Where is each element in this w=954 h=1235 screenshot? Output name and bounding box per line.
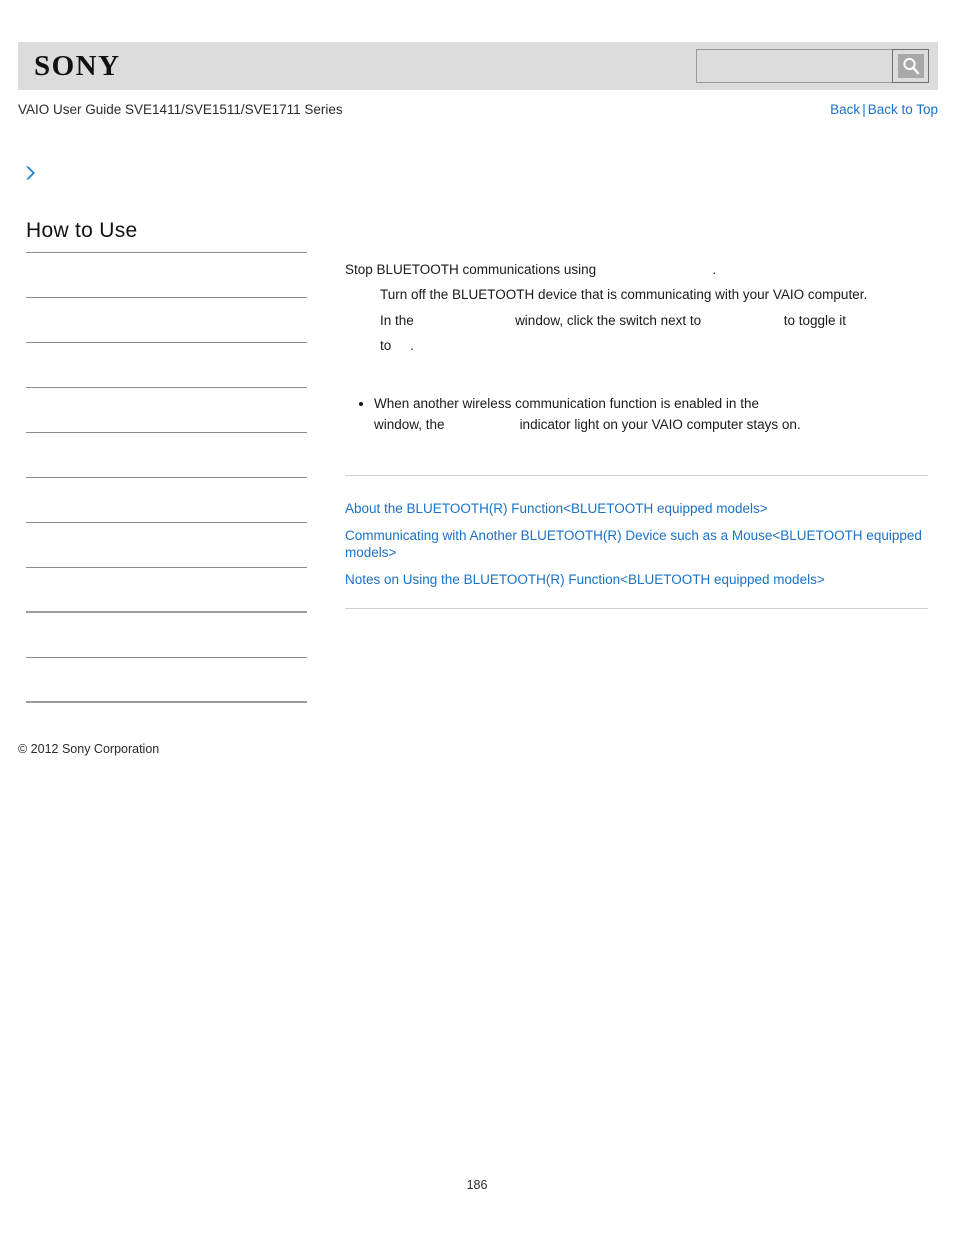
- sidebar: How to Use: [26, 218, 307, 703]
- main-content: Stop BLUETOOTH communications using . Tu…: [345, 258, 928, 609]
- sidebar-item-6[interactable]: [26, 478, 307, 523]
- sidebar-item-10[interactable]: [26, 658, 307, 703]
- sidebar-item-8[interactable]: [26, 568, 307, 613]
- search-icon: [897, 54, 924, 78]
- page-number: 186: [466, 1178, 488, 1192]
- content-divider-bottom: [345, 608, 928, 609]
- search-input[interactable]: [696, 49, 892, 83]
- step-item-2: In the window, click the switch next to …: [380, 308, 928, 358]
- note-item-1: When another wireless communication func…: [374, 393, 928, 435]
- step-2-part4: to: [380, 338, 392, 353]
- sidebar-item-3[interactable]: [26, 343, 307, 388]
- header-nav-links: Back | Back to Top: [830, 101, 938, 119]
- instruction-intro: Stop BLUETOOTH communications using .: [345, 258, 928, 282]
- step-2-part2: window, click the switch next to: [515, 313, 702, 328]
- instruction-step-list: Turn off the BLUETOOTH device that is co…: [345, 282, 928, 358]
- sidebar-item-2[interactable]: [26, 298, 307, 343]
- note-1-line2-before: window, the: [374, 417, 445, 432]
- step-2-part1: In the: [380, 313, 414, 328]
- back-link[interactable]: Back: [830, 102, 860, 117]
- note-1-line2-after: indicator light on your VAIO computer st…: [519, 417, 801, 432]
- guide-title: VAIO User Guide SVE1411/SVE1511/SVE1711 …: [18, 102, 343, 117]
- page-title: How to Use: [26, 219, 138, 242]
- back-to-top-link[interactable]: Back to Top: [868, 102, 938, 117]
- chevron-right-icon: [24, 165, 38, 181]
- copyright-text: © 2012 Sony Corporation: [18, 742, 160, 756]
- search-button[interactable]: [892, 49, 929, 83]
- step-2-gap3: [391, 333, 410, 358]
- step-2-gap2: [701, 308, 784, 333]
- sidebar-item-5[interactable]: [26, 433, 307, 478]
- site-header: SONY: [18, 42, 938, 90]
- sidebar-item-4[interactable]: [26, 388, 307, 433]
- sony-logo: SONY: [34, 50, 121, 82]
- intro-placeholder-gap: [596, 258, 712, 282]
- step-2-gap1: [414, 308, 515, 333]
- sidebar-nav-list: [26, 252, 307, 703]
- step-item-1: Turn off the BLUETOOTH device that is co…: [380, 282, 928, 307]
- intro-text-after: .: [712, 262, 717, 277]
- breadcrumb: [24, 163, 38, 183]
- step-2-part5: .: [410, 338, 414, 353]
- sidebar-item-7[interactable]: [26, 523, 307, 568]
- step-2-part3: to toggle it: [783, 313, 846, 328]
- sidebar-item-1[interactable]: [26, 253, 307, 298]
- step-1-text: Turn off the BLUETOOTH device that is co…: [380, 287, 868, 302]
- sidebar-item-9[interactable]: [26, 613, 307, 658]
- related-link-3[interactable]: Notes on Using the BLUETOOTH(R) Function…: [345, 571, 928, 588]
- search-box: [696, 49, 929, 83]
- related-link-1[interactable]: About the BLUETOOTH(R) Function<BLUETOOT…: [345, 500, 928, 517]
- notes-block: When another wireless communication func…: [345, 393, 928, 435]
- content-divider-top: [345, 475, 928, 476]
- link-separator: |: [862, 102, 866, 117]
- intro-text-before: Stop BLUETOOTH communications using: [345, 262, 597, 277]
- related-links-section: About the BLUETOOTH(R) Function<BLUETOOT…: [345, 500, 928, 588]
- note-list: When another wireless communication func…: [345, 393, 928, 435]
- related-link-2[interactable]: Communicating with Another BLUETOOTH(R) …: [345, 527, 928, 561]
- note-1-gap: [445, 414, 520, 435]
- note-1-line1: When another wireless communication func…: [374, 396, 759, 411]
